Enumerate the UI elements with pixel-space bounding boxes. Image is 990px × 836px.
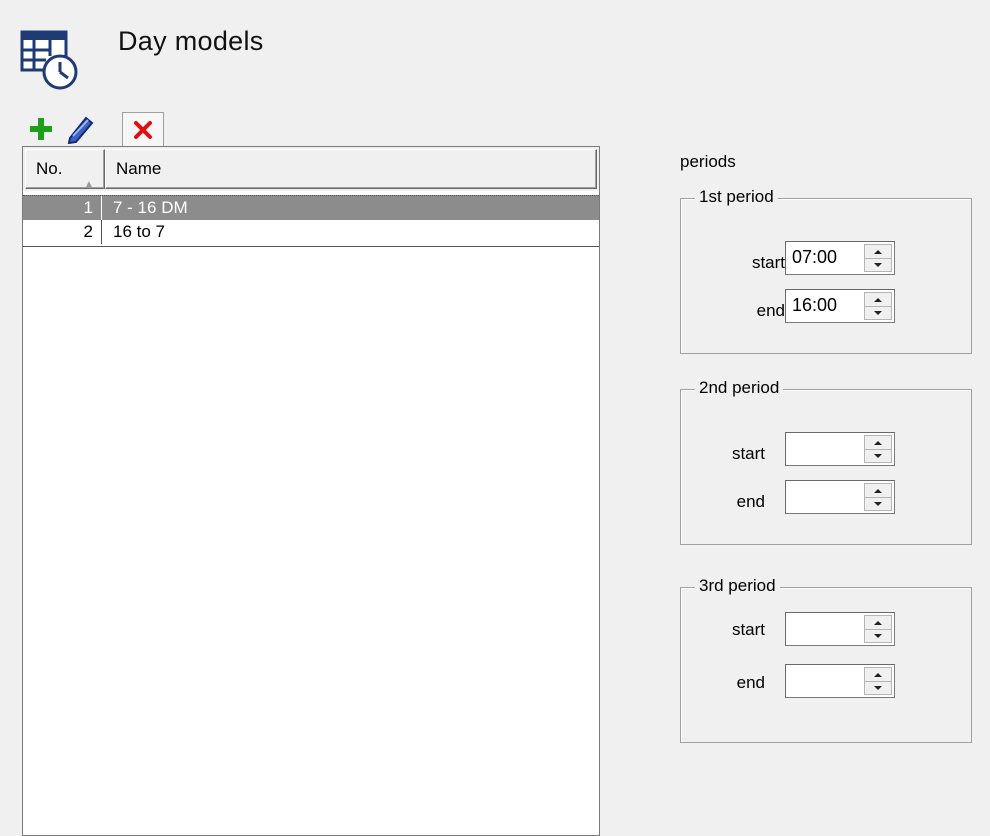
period-group-3: 3rd period start end (680, 576, 972, 743)
delete-x-icon (134, 120, 152, 139)
time-spinner[interactable] (864, 483, 892, 511)
plus-icon (30, 118, 52, 140)
table-row[interactable]: 1 7 - 16 DM (23, 195, 599, 221)
period-group-1: 1st period start 07:00 end 16:00 (680, 187, 972, 354)
start-time-input[interactable] (785, 612, 895, 646)
arrow-down-icon (874, 685, 882, 690)
spin-down-button[interactable] (865, 497, 891, 510)
column-header-name-label: Name (116, 159, 162, 178)
list-header: No. ▲ Name (23, 147, 599, 191)
table-row[interactable]: 2 16 to 7 (23, 220, 599, 247)
time-spinner[interactable] (864, 292, 892, 320)
period-group-2: 2nd period start end (680, 378, 972, 545)
row-number: 1 (23, 196, 102, 220)
arrow-up-icon (874, 440, 882, 445)
spin-down-button[interactable] (865, 681, 891, 694)
arrow-down-icon (874, 310, 882, 315)
time-spinner[interactable] (864, 667, 892, 695)
calendar-clock-icon (20, 28, 84, 92)
spin-down-button[interactable] (865, 258, 891, 271)
start-label: start (751, 253, 785, 272)
spin-up-button[interactable] (865, 484, 891, 498)
start-label: start (731, 620, 765, 639)
spin-up-button[interactable] (865, 668, 891, 682)
end-label: end (756, 301, 785, 320)
row-number: 2 (23, 220, 102, 244)
end-time-value: 16:00 (792, 295, 838, 315)
delete-button[interactable] (122, 112, 164, 146)
spin-down-button[interactable] (865, 449, 891, 462)
arrow-up-icon (874, 620, 882, 625)
arrow-down-icon (874, 453, 882, 458)
arrow-down-icon (874, 633, 882, 638)
start-time-input[interactable]: 07:00 (785, 241, 895, 275)
edit-button[interactable] (60, 112, 100, 146)
spin-down-button[interactable] (865, 629, 891, 642)
spin-up-button[interactable] (865, 616, 891, 630)
period-group-title: 3rd period (695, 576, 780, 596)
end-label: end (736, 492, 765, 511)
row-name: 7 - 16 DM (113, 198, 188, 217)
end-time-input[interactable]: 16:00 (785, 289, 895, 323)
spin-up-button[interactable] (865, 245, 891, 259)
time-spinner[interactable] (864, 615, 892, 643)
start-label: start (731, 444, 765, 463)
arrow-up-icon (874, 488, 882, 493)
column-header-name[interactable]: Name (105, 149, 597, 189)
column-header-no[interactable]: No. ▲ (25, 149, 105, 190)
period-group-title: 1st period (695, 187, 778, 207)
end-time-input[interactable] (785, 480, 895, 514)
day-models-list[interactable]: No. ▲ Name 1 7 - 16 DM 2 16 to 7 (22, 146, 600, 836)
page-title: Day models (118, 26, 264, 56)
start-time-input[interactable] (785, 432, 895, 466)
end-time-input[interactable] (785, 664, 895, 698)
pencil-icon (67, 116, 94, 144)
end-label: end (736, 673, 765, 692)
arrow-up-icon (874, 672, 882, 677)
arrow-down-icon (874, 262, 882, 267)
time-spinner[interactable] (864, 244, 892, 272)
arrow-up-icon (874, 297, 882, 302)
arrow-down-icon (874, 501, 882, 506)
row-name: 16 to 7 (113, 222, 165, 241)
arrow-up-icon (874, 249, 882, 254)
spin-up-button[interactable] (865, 293, 891, 307)
start-time-value: 07:00 (792, 247, 838, 267)
spin-down-button[interactable] (865, 306, 891, 319)
periods-label: periods (680, 152, 736, 171)
period-group-title: 2nd period (695, 378, 784, 398)
add-button[interactable] (24, 112, 58, 146)
column-header-no-label: No. (36, 159, 63, 178)
spin-up-button[interactable] (865, 436, 891, 450)
time-spinner[interactable] (864, 435, 892, 463)
